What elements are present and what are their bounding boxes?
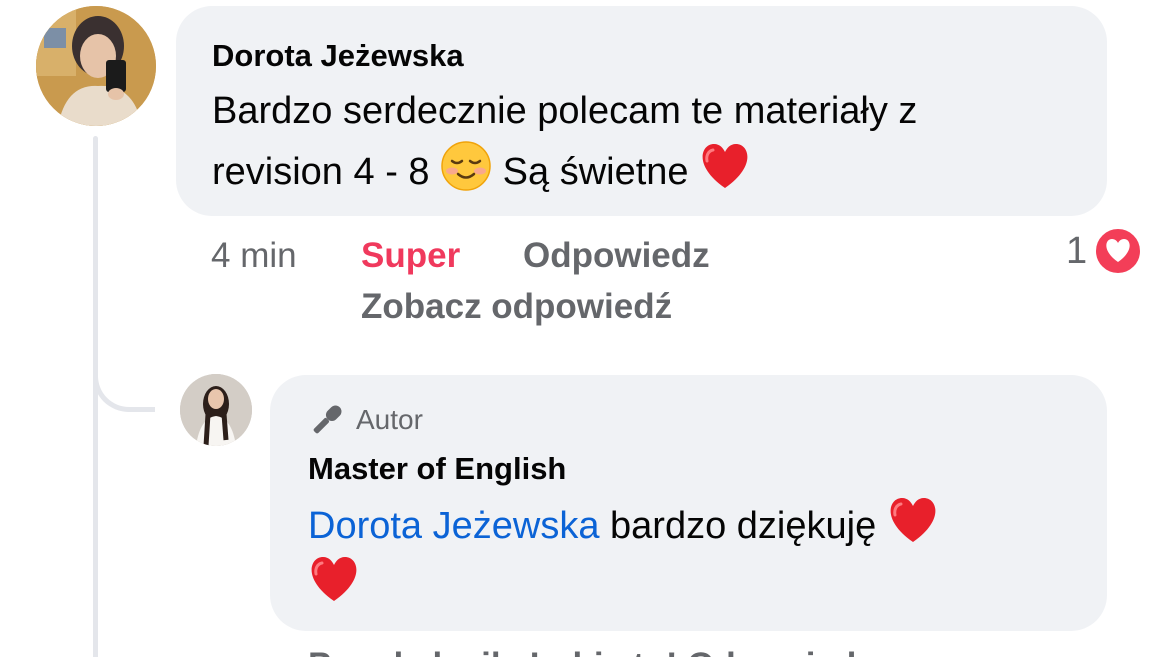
heart-emoji: [702, 144, 748, 188]
reply-button[interactable]: Odpowiedz: [523, 236, 710, 276]
like-button[interactable]: Super: [361, 236, 460, 276]
see-replies-link[interactable]: Zobacz odpowiedź: [361, 287, 672, 327]
heart-reaction-icon: [1093, 226, 1144, 276]
thread-line: [93, 136, 98, 657]
avatar[interactable]: [36, 6, 156, 126]
reaction-count: 1: [1066, 229, 1088, 272]
reply-text: Dorota Jeżewska bardzo dziękuję: [308, 496, 1088, 614]
heart-emoji: [311, 557, 357, 601]
comment-text-line1: Bardzo serdecznie polecam te materiały z: [212, 90, 918, 132]
comment-timestamp[interactable]: 4 min: [211, 236, 297, 276]
comment-bubble: Dorota Jeżewska Bardzo serdecznie poleca…: [176, 6, 1107, 216]
mention-link[interactable]: Dorota Jeżewska: [308, 505, 599, 547]
author-badge: Autor: [308, 401, 423, 439]
reply-action-row[interactable]: Przed chwilą Lubię to! Odpowiedz: [308, 646, 874, 657]
microphone-icon: [313, 405, 342, 434]
avatar-image: [180, 374, 252, 446]
author-badge-label: Autor: [356, 404, 423, 435]
reply-author[interactable]: Master of English: [308, 451, 566, 487]
thread-connector: [93, 340, 155, 412]
comment-author[interactable]: Dorota Jeżewska: [212, 38, 464, 74]
avatar-image: [36, 6, 156, 126]
reaction-summary[interactable]: 1: [1066, 226, 1144, 276]
heart-emoji: [890, 498, 936, 542]
comment-text-line2-mid: Są świetne: [502, 151, 689, 193]
comment-text-line2-start: revision 4 - 8: [212, 151, 430, 193]
avatar[interactable]: [180, 374, 252, 446]
comment-text: Bardzo serdecznie polecam te materiały z…: [212, 82, 1092, 201]
comment-thread: Dorota Jeżewska Bardzo serdecznie poleca…: [0, 0, 1170, 657]
reply-bubble: Autor Master of English Dorota Jeżewska …: [270, 375, 1107, 631]
smiling-face-emoji: [441, 141, 491, 191]
reply-text-body: bardzo dziękuję: [610, 505, 877, 547]
